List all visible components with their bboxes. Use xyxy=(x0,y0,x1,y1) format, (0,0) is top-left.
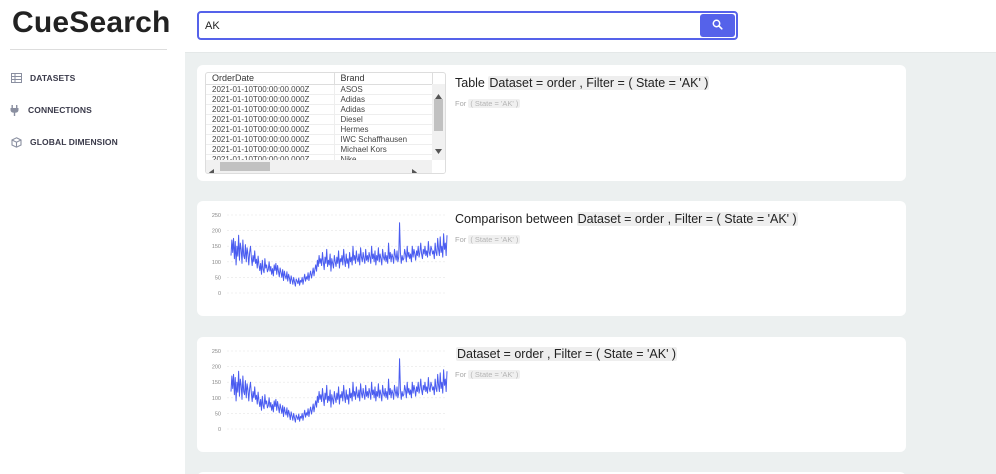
scroll-right-icon[interactable] xyxy=(412,163,417,173)
card-title-prefix: Comparison between xyxy=(455,212,574,226)
search-bar xyxy=(197,11,738,40)
filter-pill: ( State = 'AK' ) xyxy=(468,235,521,244)
data-table: OrderDate Brand 2021-01-10T00:00:00.000Z… xyxy=(205,72,446,174)
sidebar: CueSearch DATASETS CONNECTIONS GLOBAL DI… xyxy=(0,0,185,474)
table-icon xyxy=(11,73,22,84)
scroll-down-icon[interactable] xyxy=(435,141,442,159)
y-tick-label: 100 xyxy=(212,260,221,266)
table-cell: Michael Kors xyxy=(334,144,433,155)
sidebar-item-label: CONNECTIONS xyxy=(28,105,92,115)
card-title: Table Dataset = order , Filter = ( State… xyxy=(455,76,710,90)
logo-divider xyxy=(10,49,167,50)
table-row[interactable]: 2021-01-10T00:00:00.000Z Diesel xyxy=(206,114,433,125)
column-header[interactable]: Brand xyxy=(334,73,433,85)
table-cell: 2021-01-10T00:00:00.000Z xyxy=(206,84,335,95)
series-line xyxy=(230,358,448,423)
y-tick-label: 150 xyxy=(212,380,221,386)
plug-icon xyxy=(9,104,20,116)
series-line xyxy=(230,222,448,287)
table-cell: Hermes xyxy=(334,124,433,135)
table-row[interactable]: 2021-01-10T00:00:00.000Z Michael Kors xyxy=(206,144,433,155)
card-title-query: Dataset = order , Filter = ( State = 'AK… xyxy=(488,76,710,90)
column-header[interactable]: OrderDate xyxy=(206,73,335,85)
search-button[interactable] xyxy=(700,14,735,37)
card-subtitle-prefix: For xyxy=(455,235,467,244)
card-title-prefix: Table xyxy=(455,76,485,90)
table-row[interactable]: 2021-01-10T00:00:00.000Z Adidas xyxy=(206,104,433,115)
line-chart: 250 200 150 100 50 0 xyxy=(212,213,448,297)
y-tick-label: 0 xyxy=(218,291,221,297)
y-tick-label: 50 xyxy=(215,411,221,417)
table-row[interactable]: 2021-01-10T00:00:00.000Z IWC Schaffhausen xyxy=(206,134,433,145)
table-cell: 2021-01-10T00:00:00.000Z xyxy=(206,124,335,135)
vertical-scroll-thumb[interactable] xyxy=(434,99,443,131)
table-cell: Diesel xyxy=(334,114,433,125)
result-card-comparison[interactable]: 250 200 150 100 50 0 Comparison between Datas… xyxy=(197,201,906,316)
horizontal-scroll-thumb[interactable] xyxy=(220,162,270,171)
table-cell: 2021-01-10T00:00:00.000Z xyxy=(206,104,335,115)
top-bar xyxy=(185,0,996,53)
scroll-left-icon[interactable] xyxy=(209,163,214,173)
table-cell: 2021-01-10T00:00:00.000Z xyxy=(206,94,335,105)
y-tick-label: 200 xyxy=(212,229,221,235)
y-tick-label: 150 xyxy=(212,244,221,250)
sidebar-item-connections[interactable]: CONNECTIONS xyxy=(9,102,92,118)
card-subtitle: For ( State = 'AK' ) xyxy=(455,235,521,244)
vertical-scrollbar[interactable] xyxy=(432,84,445,161)
y-tick-label: 0 xyxy=(218,427,221,433)
result-card-table[interactable]: OrderDate Brand 2021-01-10T00:00:00.000Z… xyxy=(197,65,906,181)
card-title: Comparison between Dataset = order , Fil… xyxy=(455,212,798,226)
table-cell: ASOS xyxy=(334,84,433,95)
table-cell: IWC Schaffhausen xyxy=(334,134,433,145)
cube-icon xyxy=(11,136,22,148)
search-icon xyxy=(712,17,723,35)
table-cell: 2021-01-10T00:00:00.000Z xyxy=(206,134,335,145)
card-title-query: Dataset = order , Filter = ( State = 'AK… xyxy=(456,347,678,361)
app-logo[interactable]: CueSearch xyxy=(12,6,171,40)
sidebar-item-label: GLOBAL DIMENSION xyxy=(30,137,118,147)
card-title: Dataset = order , Filter = ( State = 'AK… xyxy=(456,347,678,361)
y-tick-label: 250 xyxy=(212,213,221,219)
y-tick-label: 250 xyxy=(212,349,221,355)
table-row[interactable]: 2021-01-10T00:00:00.000Z ASOS xyxy=(206,84,433,95)
horizontal-scrollbar[interactable] xyxy=(206,160,433,173)
filter-pill: ( State = 'AK' ) xyxy=(468,99,521,108)
table-cell: 2021-01-10T00:00:00.000Z xyxy=(206,144,335,155)
line-chart: 250 200 150 100 50 0 xyxy=(212,349,448,433)
results-area: OrderDate Brand 2021-01-10T00:00:00.000Z… xyxy=(185,53,996,474)
sidebar-item-global-dimension[interactable]: GLOBAL DIMENSION xyxy=(11,134,118,150)
sidebar-item-label: DATASETS xyxy=(30,73,76,83)
table-header-row: OrderDate Brand xyxy=(206,73,433,85)
y-tick-label: 100 xyxy=(212,396,221,402)
table-row[interactable]: 2021-01-10T00:00:00.000Z Adidas xyxy=(206,94,433,105)
card-subtitle: For ( State = 'AK' ) xyxy=(455,99,521,108)
table-cell: 2021-01-10T00:00:00.000Z xyxy=(206,114,335,125)
table-cell: Adidas xyxy=(334,94,433,105)
result-card-chart[interactable]: 250 200 150 100 50 0 Dataset = order , Filter… xyxy=(197,337,906,452)
scroll-corner xyxy=(432,160,445,173)
y-tick-label: 50 xyxy=(215,275,221,281)
sidebar-item-datasets[interactable]: DATASETS xyxy=(11,70,75,86)
filter-pill: ( State = 'AK' ) xyxy=(468,370,521,379)
card-subtitle: For ( State = 'AK' ) xyxy=(455,370,521,379)
table-grid: OrderDate Brand 2021-01-10T00:00:00.000Z… xyxy=(206,73,433,165)
search-input[interactable] xyxy=(205,17,695,35)
card-title-query: Dataset = order , Filter = ( State = 'AK… xyxy=(576,212,798,226)
card-subtitle-prefix: For xyxy=(455,99,467,108)
table-row[interactable]: 2021-01-10T00:00:00.000Z Hermes xyxy=(206,124,433,135)
table-cell: Adidas xyxy=(334,104,433,115)
y-tick-label: 200 xyxy=(212,365,221,371)
card-subtitle-prefix: For xyxy=(455,370,467,379)
